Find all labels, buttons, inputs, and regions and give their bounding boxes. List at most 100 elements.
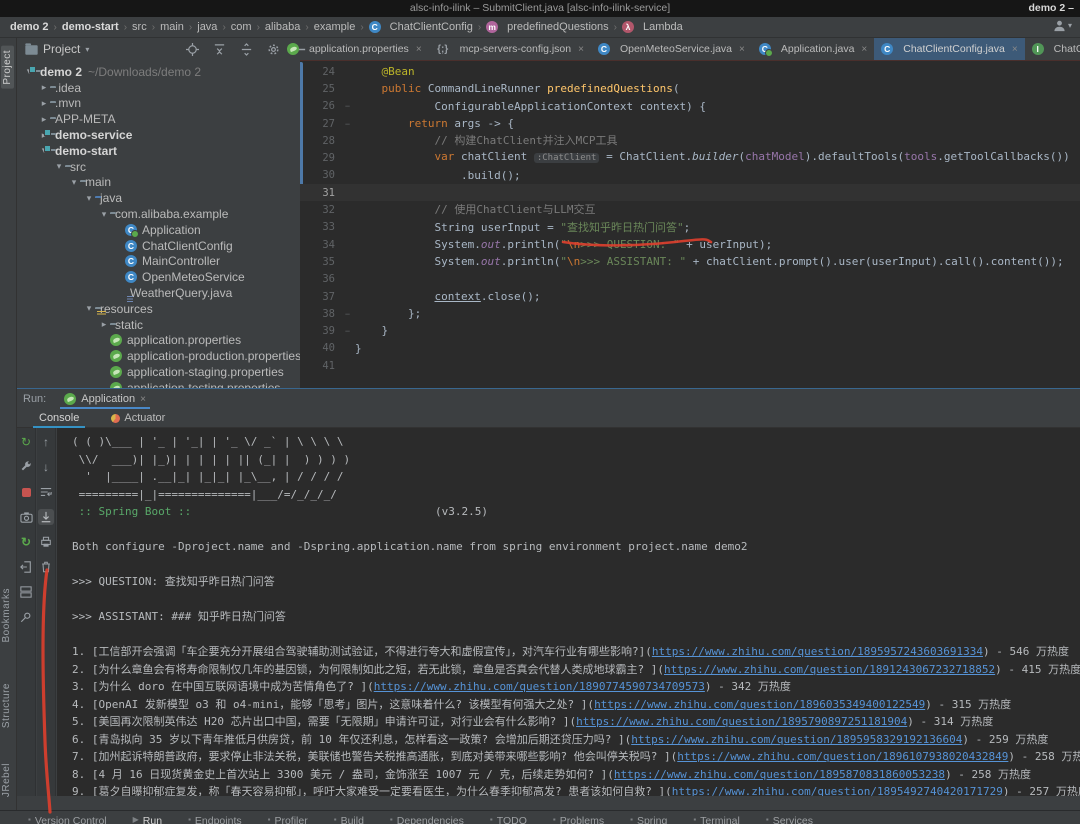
tree-item-com.alibaba.example[interactable]: ▾com.alibaba.example [17,206,300,222]
tree-item-main[interactable]: ▾main [17,175,300,191]
breadcrumb-item-demo-2[interactable]: demo 2 [10,21,49,33]
chevron-right-icon[interactable]: ▸ [38,98,50,109]
console-link[interactable]: https://www.zhihu.com/question/189077459… [374,680,705,693]
statusbar-item-build[interactable]: ▪Build [334,815,364,824]
fold-marker-icon[interactable]: − [340,101,355,111]
console-link[interactable]: https://www.zhihu.com/question/189549274… [672,785,1003,796]
line-number[interactable]: 38 [300,308,340,320]
camera-icon[interactable] [18,509,34,525]
stripe-project-button[interactable]: Project [1,46,14,89]
code-editor[interactable]: 24 @Bean25 public CommandLineRunner pred… [300,60,1080,388]
softwrap-icon[interactable] [38,484,54,500]
collapse-all-icon[interactable] [212,42,226,56]
chevron-down-icon[interactable]: ▾ [68,177,80,188]
console-link[interactable]: https://www.zhihu.com/question/189124306… [664,663,995,676]
tree-item-chatclientconfig[interactable]: CChatClientConfig [17,238,300,254]
close-icon[interactable]: × [140,394,146,405]
tree-item-application.properties[interactable]: application.properties [17,333,300,349]
breadcrumb-item-main[interactable]: main [160,21,184,33]
line-number[interactable]: 40 [300,342,340,354]
close-icon[interactable]: × [578,44,584,55]
breadcrumb-item-demo-start[interactable]: demo-start [62,21,119,33]
breadcrumb-item-java[interactable]: java [197,21,217,33]
line-number[interactable]: 32 [300,204,340,216]
stripe-structure-button[interactable]: Structure [1,683,12,728]
editor-tab-application-properties[interactable]: application.properties× [280,38,429,60]
rerun-icon[interactable]: ↻ [18,434,34,450]
close-icon[interactable]: × [1012,44,1018,55]
tree-item-app-meta[interactable]: ▸APP-META [17,111,300,127]
statusbar-item-spring[interactable]: ▪Spring [630,815,667,824]
close-icon[interactable]: × [416,44,422,55]
line-number[interactable]: 26 [300,100,340,112]
tree-item-demo-service[interactable]: ▸demo-service [17,127,300,143]
statusbar-item-problems[interactable]: ▪Problems [553,815,604,824]
statusbar-item-run[interactable]: ▶Run [133,815,162,824]
console-output[interactable]: ( ( )\___ | '_ | '_| | '_ \/ _` | \ \ \ … [57,428,1080,796]
tab-actuator[interactable]: Actuator [101,409,175,428]
statusbar-item-version-control[interactable]: ▪Version Control [28,815,107,824]
up-icon[interactable]: ↑ [38,434,54,450]
console-link[interactable]: https://www.zhihu.com/question/189603534… [594,698,925,711]
line-number[interactable]: 33 [300,221,340,233]
breadcrumb-item-com[interactable]: com [231,21,252,33]
line-number[interactable]: 25 [300,83,340,95]
editor-tab-chatclient-java[interactable]: IChatClient.java× [1025,38,1080,60]
tab-console[interactable]: Console [29,409,89,428]
chevron-right-icon[interactable]: ▸ [38,114,50,125]
editor-tab-openmeteoservice-java[interactable]: COpenMeteoService.java× [591,38,752,60]
breadcrumb-item-example[interactable]: example [314,21,356,33]
statusbar-item-terminal[interactable]: ▪Terminal [693,815,740,824]
exit-icon[interactable] [18,559,34,575]
layout-icon[interactable] [18,584,34,600]
user-profile-button[interactable]: ▾ [1053,19,1072,32]
editor-tab-mcp-servers-config-json[interactable]: {;}mcp-servers-config.json× [429,38,591,60]
breadcrumb-item-alibaba[interactable]: alibaba [265,21,300,33]
tree-item-application[interactable]: CApplication [17,222,300,238]
print-icon[interactable] [38,534,54,550]
console-link[interactable]: https://www.zhihu.com/question/189610793… [677,750,1008,763]
scrollend-icon[interactable] [38,509,54,525]
tree-item-application-testing.properties[interactable]: application-testing.properties [17,380,300,388]
statusbar-item-services[interactable]: ▪Services [766,815,813,824]
project-view-selector[interactable]: Project ▾ [25,38,89,60]
line-number[interactable]: 34 [300,239,340,251]
fold-marker-icon[interactable]: − [340,326,355,336]
tree-item-src[interactable]: ▾src [17,159,300,175]
chevron-down-icon[interactable]: ▾ [83,193,95,204]
chevron-down-icon[interactable]: ▾ [83,303,95,314]
statusbar-item-profiler[interactable]: ▪Profiler [268,815,308,824]
tree-item-.idea[interactable]: ▸.idea [17,80,300,96]
line-number[interactable]: 27 [300,118,340,130]
wrench-icon[interactable] [18,459,34,475]
tree-item-openmeteoservice[interactable]: COpenMeteoService [17,269,300,285]
chevron-down-icon[interactable]: ▾ [98,209,110,220]
line-number[interactable]: 35 [300,256,340,268]
settings-icon[interactable] [266,42,280,56]
line-number[interactable]: 30 [300,169,340,181]
breadcrumb-item-predefinedquestions[interactable]: mpredefinedQuestions [486,21,609,33]
line-number[interactable]: 28 [300,135,340,147]
tree-item-java[interactable]: ▾java [17,190,300,206]
expand-collapse-icon[interactable] [239,42,253,56]
statusbar-item-todo[interactable]: ▪TODO [490,815,527,824]
editor-tab-chatclientconfig-java[interactable]: CChatClientConfig.java× [874,38,1024,60]
breadcrumb-item-src[interactable]: src [132,21,147,33]
line-number[interactable]: 24 [300,66,340,78]
line-number[interactable]: 41 [300,360,340,372]
tree-item-demo-2[interactable]: ▾demo 2~/Downloads/demo 2 [17,64,300,80]
chevron-down-icon[interactable]: ▾ [53,161,65,172]
tree-item-demo-start[interactable]: ▾demo-start [17,143,300,159]
statusbar-item-endpoints[interactable]: ▪Endpoints [188,815,242,824]
trash-icon[interactable] [38,559,54,575]
fold-marker-icon[interactable]: − [340,119,355,129]
stop-icon[interactable] [18,484,34,500]
tree-item-static[interactable]: ▸static [17,317,300,333]
tree-item-.mvn[interactable]: ▸.mvn [17,96,300,112]
console-link[interactable]: https://www.zhihu.com/question/189595724… [652,645,983,658]
tree-item-application-production.properties[interactable]: application-production.properties [17,348,300,364]
console-link[interactable]: https://www.zhihu.com/question/189587083… [614,768,945,781]
run-configuration-tab[interactable]: Application × [60,389,150,409]
close-icon[interactable]: × [739,44,745,55]
stripe-bookmarks-button[interactable]: Bookmarks [1,588,12,643]
